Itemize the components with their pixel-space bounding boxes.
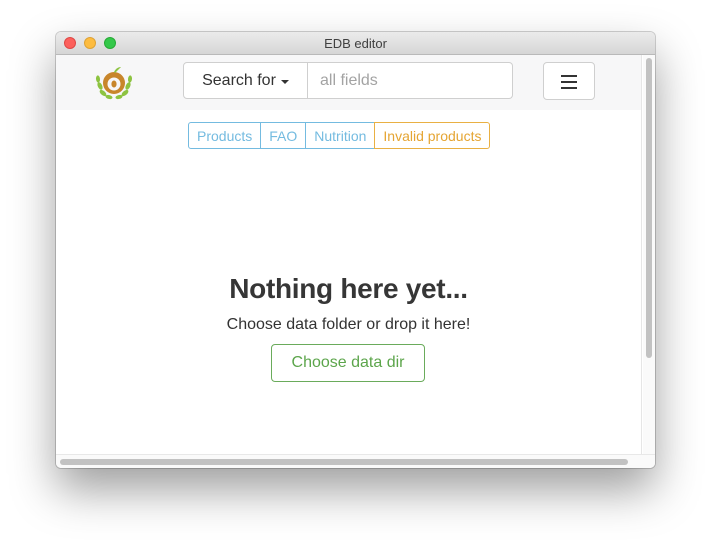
hamburger-icon-line (561, 81, 577, 83)
tab-nutrition[interactable]: Nutrition (305, 122, 376, 149)
hamburger-icon-line (561, 75, 577, 77)
search-for-label: Search for (202, 71, 276, 89)
app-window: EDB editor Search for all fields Product… (56, 32, 655, 468)
choose-data-dir-button[interactable]: Choose data dir (271, 344, 425, 382)
view-tabs: Products FAO Nutrition Invalid products (188, 122, 491, 149)
navbar: Search for (56, 55, 641, 110)
app-logo-icon (95, 67, 133, 100)
window-title: EDB editor (324, 36, 387, 51)
search-input[interactable] (308, 62, 513, 99)
caret-down-icon (280, 79, 289, 84)
horizontal-scrollbar-thumb[interactable] (60, 459, 628, 465)
vertical-scrollbar-thumb[interactable] (646, 58, 652, 358)
search-for-button[interactable]: Search for (183, 62, 308, 99)
title-bar[interactable]: EDB editor (56, 32, 655, 55)
empty-state-subtitle: Choose data folder or drop it here! (226, 316, 471, 333)
menu-button[interactable] (543, 62, 595, 100)
tab-fao[interactable]: FAO (260, 122, 307, 149)
tab-invalid-products[interactable]: Invalid products (374, 122, 491, 149)
tab-products[interactable]: Products (188, 122, 262, 149)
main-content: Search for Products FAO Nutrition Invali… (56, 55, 642, 454)
empty-state-title: Nothing here yet... (229, 273, 468, 304)
hamburger-icon-line (561, 87, 577, 89)
